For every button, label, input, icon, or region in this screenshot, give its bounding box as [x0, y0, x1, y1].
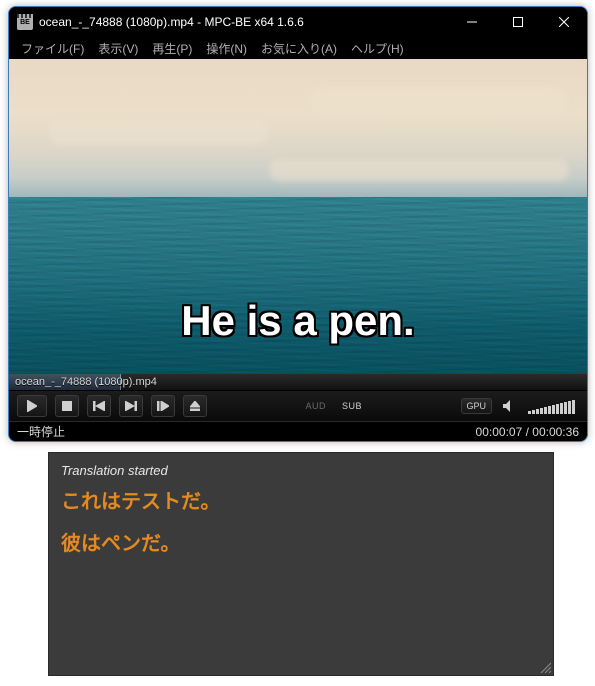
menu-help[interactable]: ヘルプ(H)	[345, 38, 410, 59]
control-bar: AUD SUB GPU	[9, 391, 587, 421]
video-viewport[interactable]: He is a pen.	[9, 59, 587, 373]
maximize-button[interactable]	[495, 7, 541, 37]
translation-line: これはテストだ。	[61, 488, 541, 516]
cloud-decoration	[269, 159, 569, 181]
menu-play[interactable]: 再生(P)	[146, 38, 198, 59]
minimize-icon	[467, 17, 477, 27]
time-display: 00:00:07 / 00:00:36	[476, 425, 579, 439]
eject-button[interactable]	[183, 395, 207, 417]
translation-panel: Translation started これはテストだ。 彼はペンだ。	[48, 452, 554, 676]
translation-header: Translation started	[61, 463, 541, 478]
seek-bar[interactable]: ocean_-_74888 (1080p).mp4	[9, 373, 587, 391]
close-icon	[559, 17, 569, 27]
maximize-icon	[513, 17, 523, 27]
playback-state: 一時停止	[17, 423, 65, 440]
play-button[interactable]	[17, 395, 47, 417]
minimize-button[interactable]	[449, 7, 495, 37]
close-button[interactable]	[541, 7, 587, 37]
menu-file[interactable]: ファイル(F)	[15, 38, 90, 59]
gpu-indicator[interactable]: GPU	[461, 398, 493, 414]
stop-icon	[62, 401, 72, 411]
time-total: 00:00:36	[532, 425, 579, 439]
resize-grip[interactable]	[539, 661, 551, 673]
volume-slider[interactable]	[528, 398, 579, 414]
title-bar[interactable]: BE ocean_-_74888 (1080p).mp4 - MPC-BE x6…	[9, 7, 587, 37]
time-sep: /	[522, 425, 532, 439]
resize-icon	[539, 661, 551, 673]
audio-indicator[interactable]: AUD	[301, 401, 330, 411]
app-icon: BE	[17, 14, 33, 30]
time-current: 00:00:07	[476, 425, 523, 439]
waves-decoration	[9, 197, 587, 373]
seek-filename: ocean_-_74888 (1080p).mp4	[15, 376, 157, 388]
skip-back-icon	[93, 401, 105, 411]
player-window: BE ocean_-_74888 (1080p).mp4 - MPC-BE x6…	[8, 6, 588, 442]
status-bar: 一時停止 00:00:07 / 00:00:36	[9, 421, 587, 441]
stop-button[interactable]	[55, 395, 79, 417]
menu-nav[interactable]: 操作(N)	[200, 38, 253, 59]
frame-step-icon	[157, 401, 169, 411]
subtitle-overlay: He is a pen.	[181, 297, 414, 345]
next-button[interactable]	[119, 395, 143, 417]
speaker-icon	[503, 400, 517, 412]
prev-button[interactable]	[87, 395, 111, 417]
menu-view[interactable]: 表示(V)	[92, 38, 144, 59]
window-title: ocean_-_74888 (1080p).mp4 - MPC-BE x64 1…	[39, 15, 449, 29]
play-icon	[27, 400, 37, 412]
subtitle-indicator[interactable]: SUB	[338, 401, 366, 411]
skip-forward-icon	[125, 401, 137, 411]
translation-line: 彼はペンだ。	[61, 530, 541, 558]
cloud-decoration	[309, 85, 569, 115]
step-button[interactable]	[151, 395, 175, 417]
volume-button[interactable]	[500, 400, 520, 412]
menu-fav[interactable]: お気に入り(A)	[255, 38, 343, 59]
eject-icon	[190, 401, 200, 411]
cloud-decoration	[49, 119, 269, 145]
menu-bar: ファイル(F) 表示(V) 再生(P) 操作(N) お気に入り(A) ヘルプ(H…	[9, 37, 587, 59]
